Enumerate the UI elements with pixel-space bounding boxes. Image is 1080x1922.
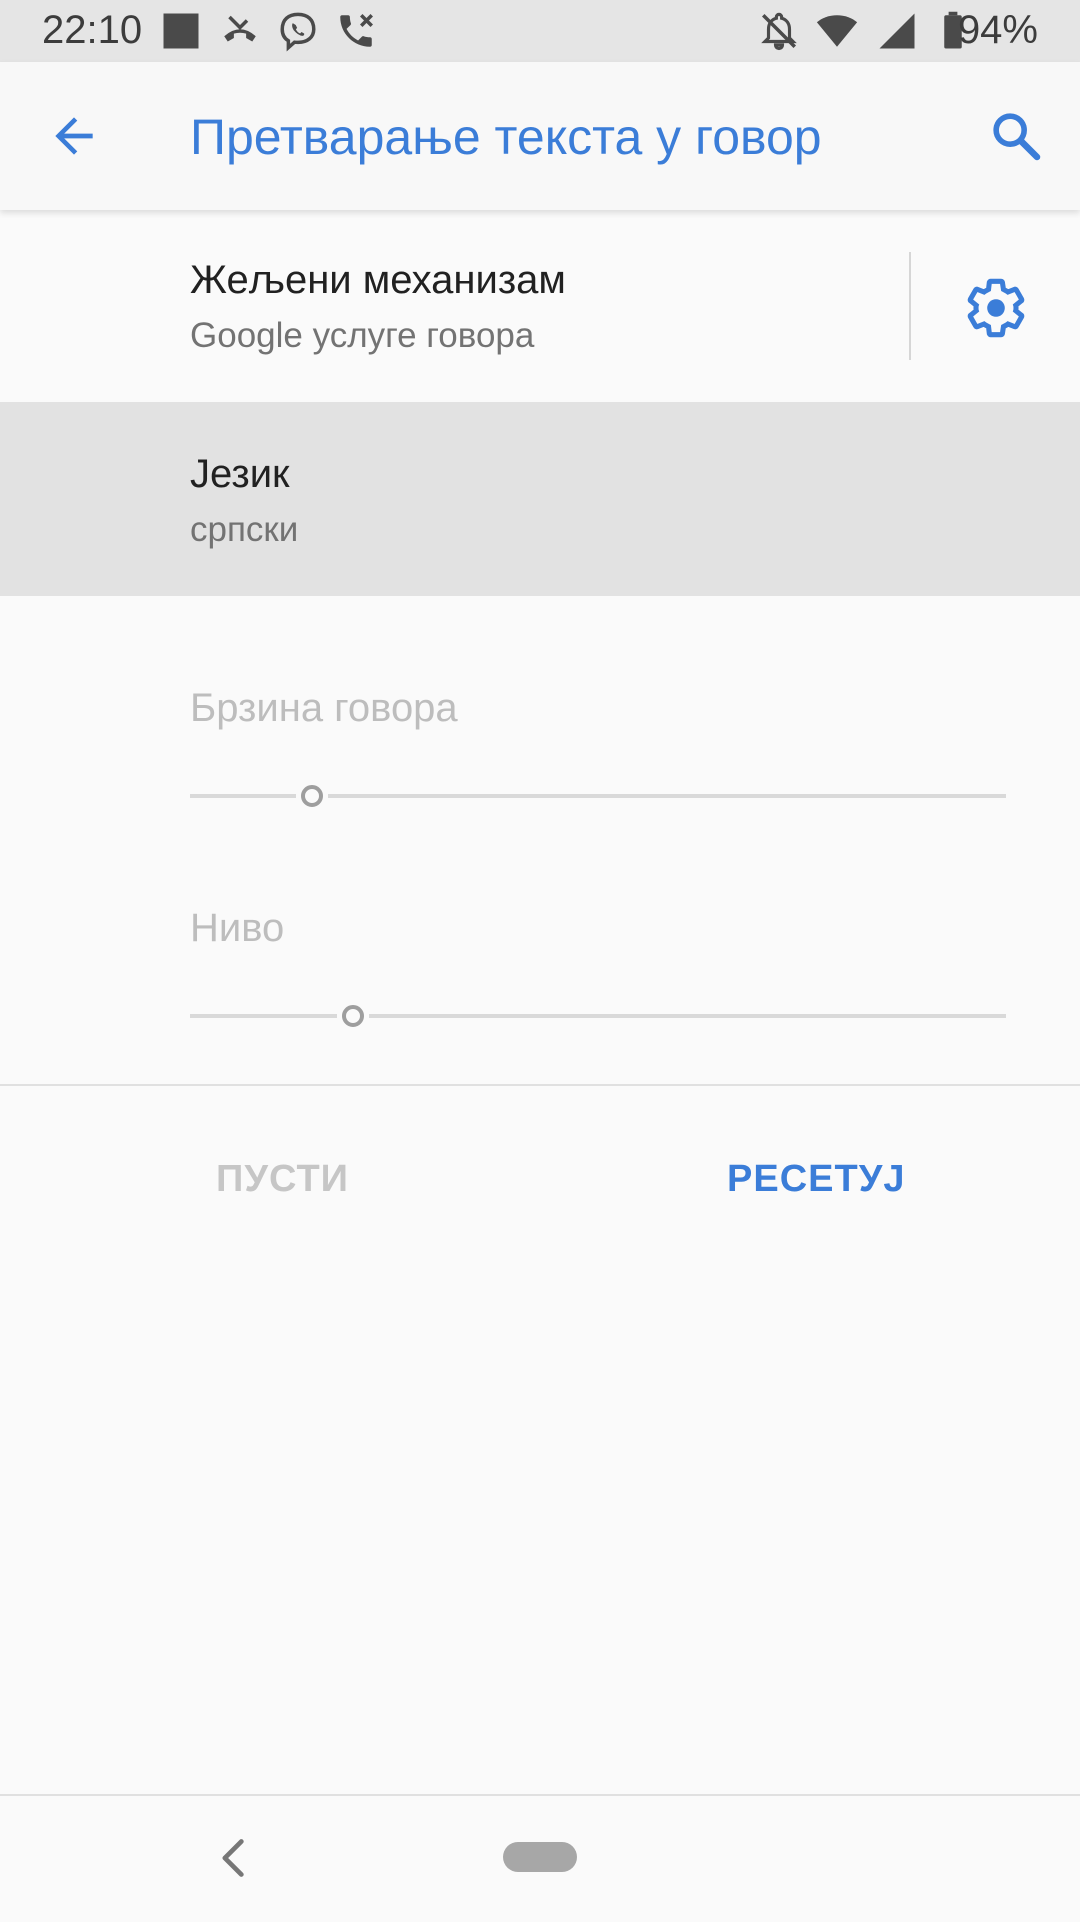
divider (0, 1084, 1080, 1086)
notifications-off-icon (761, 12, 797, 51)
pitch-slider[interactable] (190, 996, 1006, 1036)
preferred-engine-value: Google услуге говора (190, 316, 535, 355)
slider-thumb[interactable] (301, 785, 323, 807)
home-pill-button[interactable] (503, 1842, 577, 1872)
slider-thumb[interactable] (342, 1005, 364, 1027)
page-title: Претварање текста у говор (190, 109, 822, 165)
navigation-bar (0, 1794, 1080, 1922)
speech-rate-slider[interactable] (190, 776, 1006, 816)
preferred-engine-title: Жељени механизам (190, 258, 566, 302)
status-bar: 22:10 94% (0, 0, 1080, 62)
language-title: Језик (190, 452, 290, 496)
wifi-icon (816, 15, 858, 47)
cell-signal-icon (879, 13, 915, 49)
battery-percent: 94% (957, 8, 1038, 52)
slider-track-right (369, 1014, 1006, 1018)
preferred-engine-row[interactable]: Жељени механизам Google услуге говора (0, 212, 1080, 402)
missed-call-icon (224, 15, 256, 42)
vertical-divider (909, 252, 911, 360)
nav-back-icon[interactable] (214, 1836, 254, 1880)
status-time: 22:10 (42, 8, 143, 52)
slider-track-left (190, 794, 296, 798)
language-value: српски (190, 510, 299, 549)
speech-rate-label: Брзина говора (190, 686, 458, 730)
language-row[interactable]: Језик српски (0, 402, 1080, 596)
gear-icon[interactable] (964, 276, 1028, 340)
viber-icon (280, 12, 316, 52)
call-cancel-icon (340, 14, 373, 47)
slider-track-left (190, 1014, 337, 1018)
arrow-back-icon[interactable] (46, 108, 102, 164)
search-icon[interactable] (988, 108, 1044, 164)
app-bar: Претварање текста у говор (0, 62, 1080, 210)
pitch-label: Ниво (190, 906, 285, 950)
square-notification-icon (163, 13, 199, 49)
reset-button[interactable]: РЕСЕТУЈ (727, 1158, 905, 1201)
slider-track-right (328, 794, 1006, 798)
play-button[interactable]: ПУСТИ (216, 1158, 349, 1201)
